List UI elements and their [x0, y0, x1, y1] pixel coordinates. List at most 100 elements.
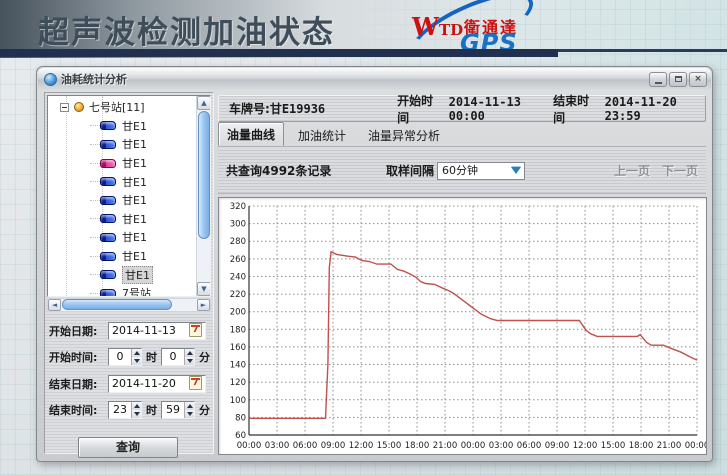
tree-item-vehicle[interactable]: 甘E1	[48, 228, 196, 247]
plate-label: 车牌号:	[229, 102, 270, 116]
end-time-caption: 结束时间	[553, 92, 591, 126]
vehicle-icon	[100, 196, 116, 205]
vehicle-tree: 七号站[11]甘E1甘E1甘E1甘E1甘E1甘E1甘E1甘E1甘E17号站甘E1…	[47, 95, 211, 297]
vehicle-label[interactable]: 甘E1	[122, 118, 147, 134]
end-date-row: 结束日期: 2014-11-20 7	[49, 375, 206, 393]
hour-unit-label: 时	[146, 402, 157, 418]
start-hour-stepper[interactable]: 0	[108, 348, 142, 366]
spin-up-icon[interactable]	[132, 402, 141, 410]
x-tick-label: 03:00	[265, 441, 290, 451]
fuel-level-chart: 6080100120140160180200220240260280300320…	[218, 197, 707, 455]
spin-up-icon[interactable]	[185, 402, 194, 410]
y-tick-label: 320	[230, 202, 246, 212]
x-tick-label: 00:00	[461, 441, 486, 451]
vehicle-label[interactable]: 甘E1	[122, 229, 147, 245]
spin-down-icon[interactable]	[132, 357, 141, 365]
spin-up-icon[interactable]	[185, 349, 194, 357]
spin-down-icon[interactable]	[185, 410, 194, 418]
spin-down-icon[interactable]	[185, 357, 194, 365]
start-time-caption: 开始时间	[397, 92, 435, 126]
tree-connector	[90, 256, 100, 257]
tree-item-vehicle[interactable]: 7号站	[48, 284, 196, 297]
tree-item-vehicle[interactable]: 甘E1	[48, 117, 196, 136]
scroll-left-icon[interactable]: ◄	[48, 299, 61, 311]
vehicle-label[interactable]: 甘E1	[122, 192, 147, 208]
y-tick-label: 180	[230, 325, 246, 335]
vehicle-label[interactable]: 甘E1	[122, 174, 147, 190]
scroll-right-icon[interactable]: ►	[197, 299, 210, 311]
tree-connector	[90, 237, 100, 238]
spin-down-icon[interactable]	[132, 410, 141, 418]
vehicle-label[interactable]: 甘E1	[122, 136, 147, 152]
x-tick-label: 15:00	[377, 441, 402, 451]
tree-scroll-thumb[interactable]	[198, 111, 210, 239]
interval-select[interactable]: 60分钟	[437, 162, 525, 180]
tree-hscroll-thumb[interactable]	[62, 299, 172, 310]
tree-item-vehicle[interactable]: 甘E1	[48, 265, 196, 284]
start-date-row: 开始日期: 2014-11-13 7	[49, 322, 206, 340]
y-tick-label: 300	[230, 220, 246, 230]
window-titlebar[interactable]: 油耗统计分析 ×	[38, 68, 711, 90]
x-tick-label: 12:00	[573, 441, 598, 451]
hour-unit-label: 时	[146, 349, 157, 365]
tree-group-row[interactable]: 七号站[11]	[48, 98, 196, 117]
x-tick-label: 06:00	[517, 441, 542, 451]
group-dot-icon	[74, 102, 84, 112]
y-tick-label: 280	[230, 237, 246, 247]
x-tick-label: 06:00	[293, 441, 318, 451]
end-date-calendar-icon[interactable]: 7	[189, 376, 202, 390]
tree-vertical-scrollbar[interactable]: ▲ ▼	[196, 96, 210, 296]
end-time-label: 结束时间:	[49, 402, 108, 418]
left-panel: 七号站[11]甘E1甘E1甘E1甘E1甘E1甘E1甘E1甘E1甘E17号站甘E1…	[44, 92, 214, 454]
app-window: 油耗统计分析 × 七号站[11]甘E1甘E1甘E1甘E1甘E1甘E1甘E1甘E1…	[36, 66, 713, 462]
collapse-expander-icon[interactable]	[60, 103, 69, 112]
tab-item[interactable]: 加油统计	[290, 124, 354, 146]
query-button[interactable]: 查询	[78, 437, 178, 458]
tree-item-vehicle[interactable]: 甘E1	[48, 154, 196, 173]
tree-item-vehicle[interactable]: 甘E1	[48, 191, 196, 210]
start-time-row: 开始时间: 0 时 0 分	[49, 348, 214, 366]
tree-item-vehicle[interactable]: 甘E1	[48, 172, 196, 191]
tree-item-vehicle[interactable]: 甘E1	[48, 135, 196, 154]
vehicle-icon	[100, 233, 116, 242]
y-tick-label: 60	[235, 431, 246, 441]
end-hour-stepper[interactable]: 23	[108, 401, 142, 419]
vehicle-label[interactable]: 7号站	[122, 285, 151, 297]
tab-item[interactable]: 油量异常分析	[360, 124, 448, 146]
tree-item-vehicle[interactable]: 甘E1	[48, 210, 196, 229]
window-globe-icon	[44, 73, 57, 86]
plate-value: 甘E19936	[270, 102, 325, 116]
tree-item-vehicle[interactable]: 甘E1	[48, 247, 196, 266]
restore-button[interactable]	[669, 72, 687, 87]
interval-label: 取样间隔	[386, 162, 434, 179]
vehicle-info-bar: 车牌号:甘E19936 开始时间 2014-11-13 00:00 结束时间 2…	[218, 95, 706, 122]
vehicle-label[interactable]: 甘E1	[122, 266, 153, 284]
vehicle-icon	[100, 159, 116, 168]
x-tick-label: 09:00	[321, 441, 346, 451]
spin-up-icon[interactable]	[132, 349, 141, 357]
next-page-link[interactable]: 下一页	[662, 162, 698, 179]
tree-connector	[90, 181, 100, 182]
x-tick-label: 21:00	[433, 441, 458, 451]
close-button[interactable]: ×	[689, 72, 707, 87]
x-tick-label: 00:00	[685, 441, 706, 451]
tab-active[interactable]: 油量曲线	[218, 122, 284, 146]
tree-horizontal-scrollbar[interactable]: ◄ ►	[47, 298, 211, 312]
scroll-down-icon[interactable]: ▼	[197, 282, 211, 296]
y-tick-label: 80	[235, 413, 246, 423]
y-tick-label: 160	[230, 343, 246, 353]
vehicle-label[interactable]: 甘E1	[122, 211, 147, 227]
start-date-calendar-icon[interactable]: 7	[189, 323, 202, 337]
dropdown-arrow-icon[interactable]	[509, 164, 523, 178]
scroll-up-icon[interactable]: ▲	[197, 96, 211, 110]
vehicle-icon	[100, 289, 116, 297]
vehicle-label[interactable]: 甘E1	[122, 155, 147, 171]
x-tick-label: 12:00	[349, 441, 374, 451]
x-tick-label: 09:00	[545, 441, 570, 451]
end-minute-stepper[interactable]: 59	[161, 401, 195, 419]
start-minute-stepper[interactable]: 0	[161, 348, 195, 366]
minimize-button[interactable]	[649, 72, 667, 87]
vehicle-label[interactable]: 甘E1	[122, 248, 147, 264]
tab-bar: 油量曲线加油统计油量异常分析	[218, 125, 706, 147]
prev-page-link[interactable]: 上一页	[614, 162, 650, 179]
